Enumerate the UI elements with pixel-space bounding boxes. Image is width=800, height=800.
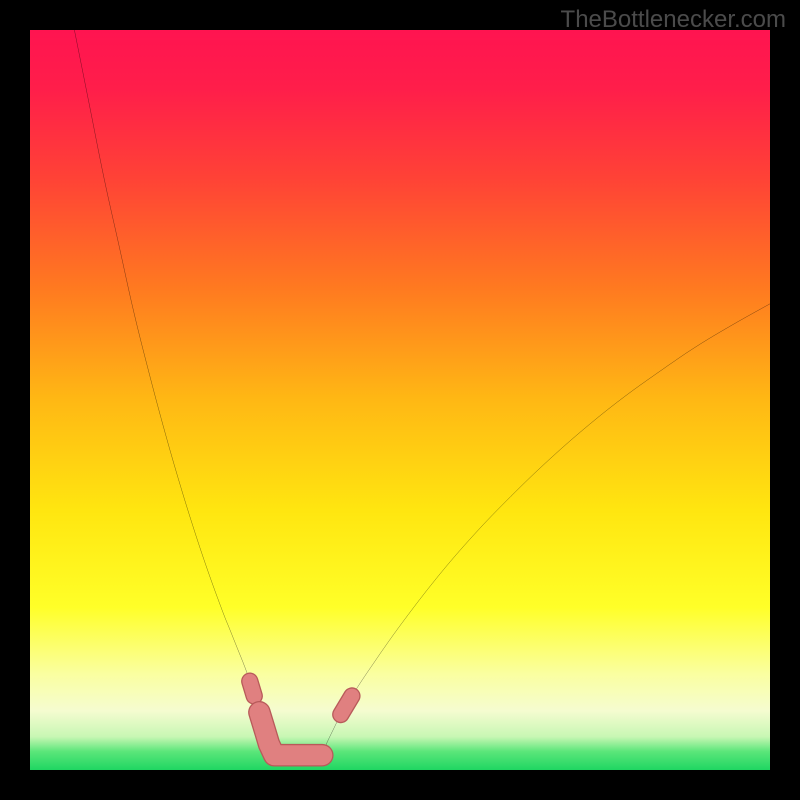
marker-sausage (341, 696, 352, 715)
plot-background (30, 30, 770, 770)
chart-plot (30, 30, 770, 770)
watermark-text: TheBottlenecker.com (561, 6, 786, 34)
marker-sausage (250, 681, 254, 696)
outer-frame: TheBottlenecker.com (0, 0, 800, 800)
